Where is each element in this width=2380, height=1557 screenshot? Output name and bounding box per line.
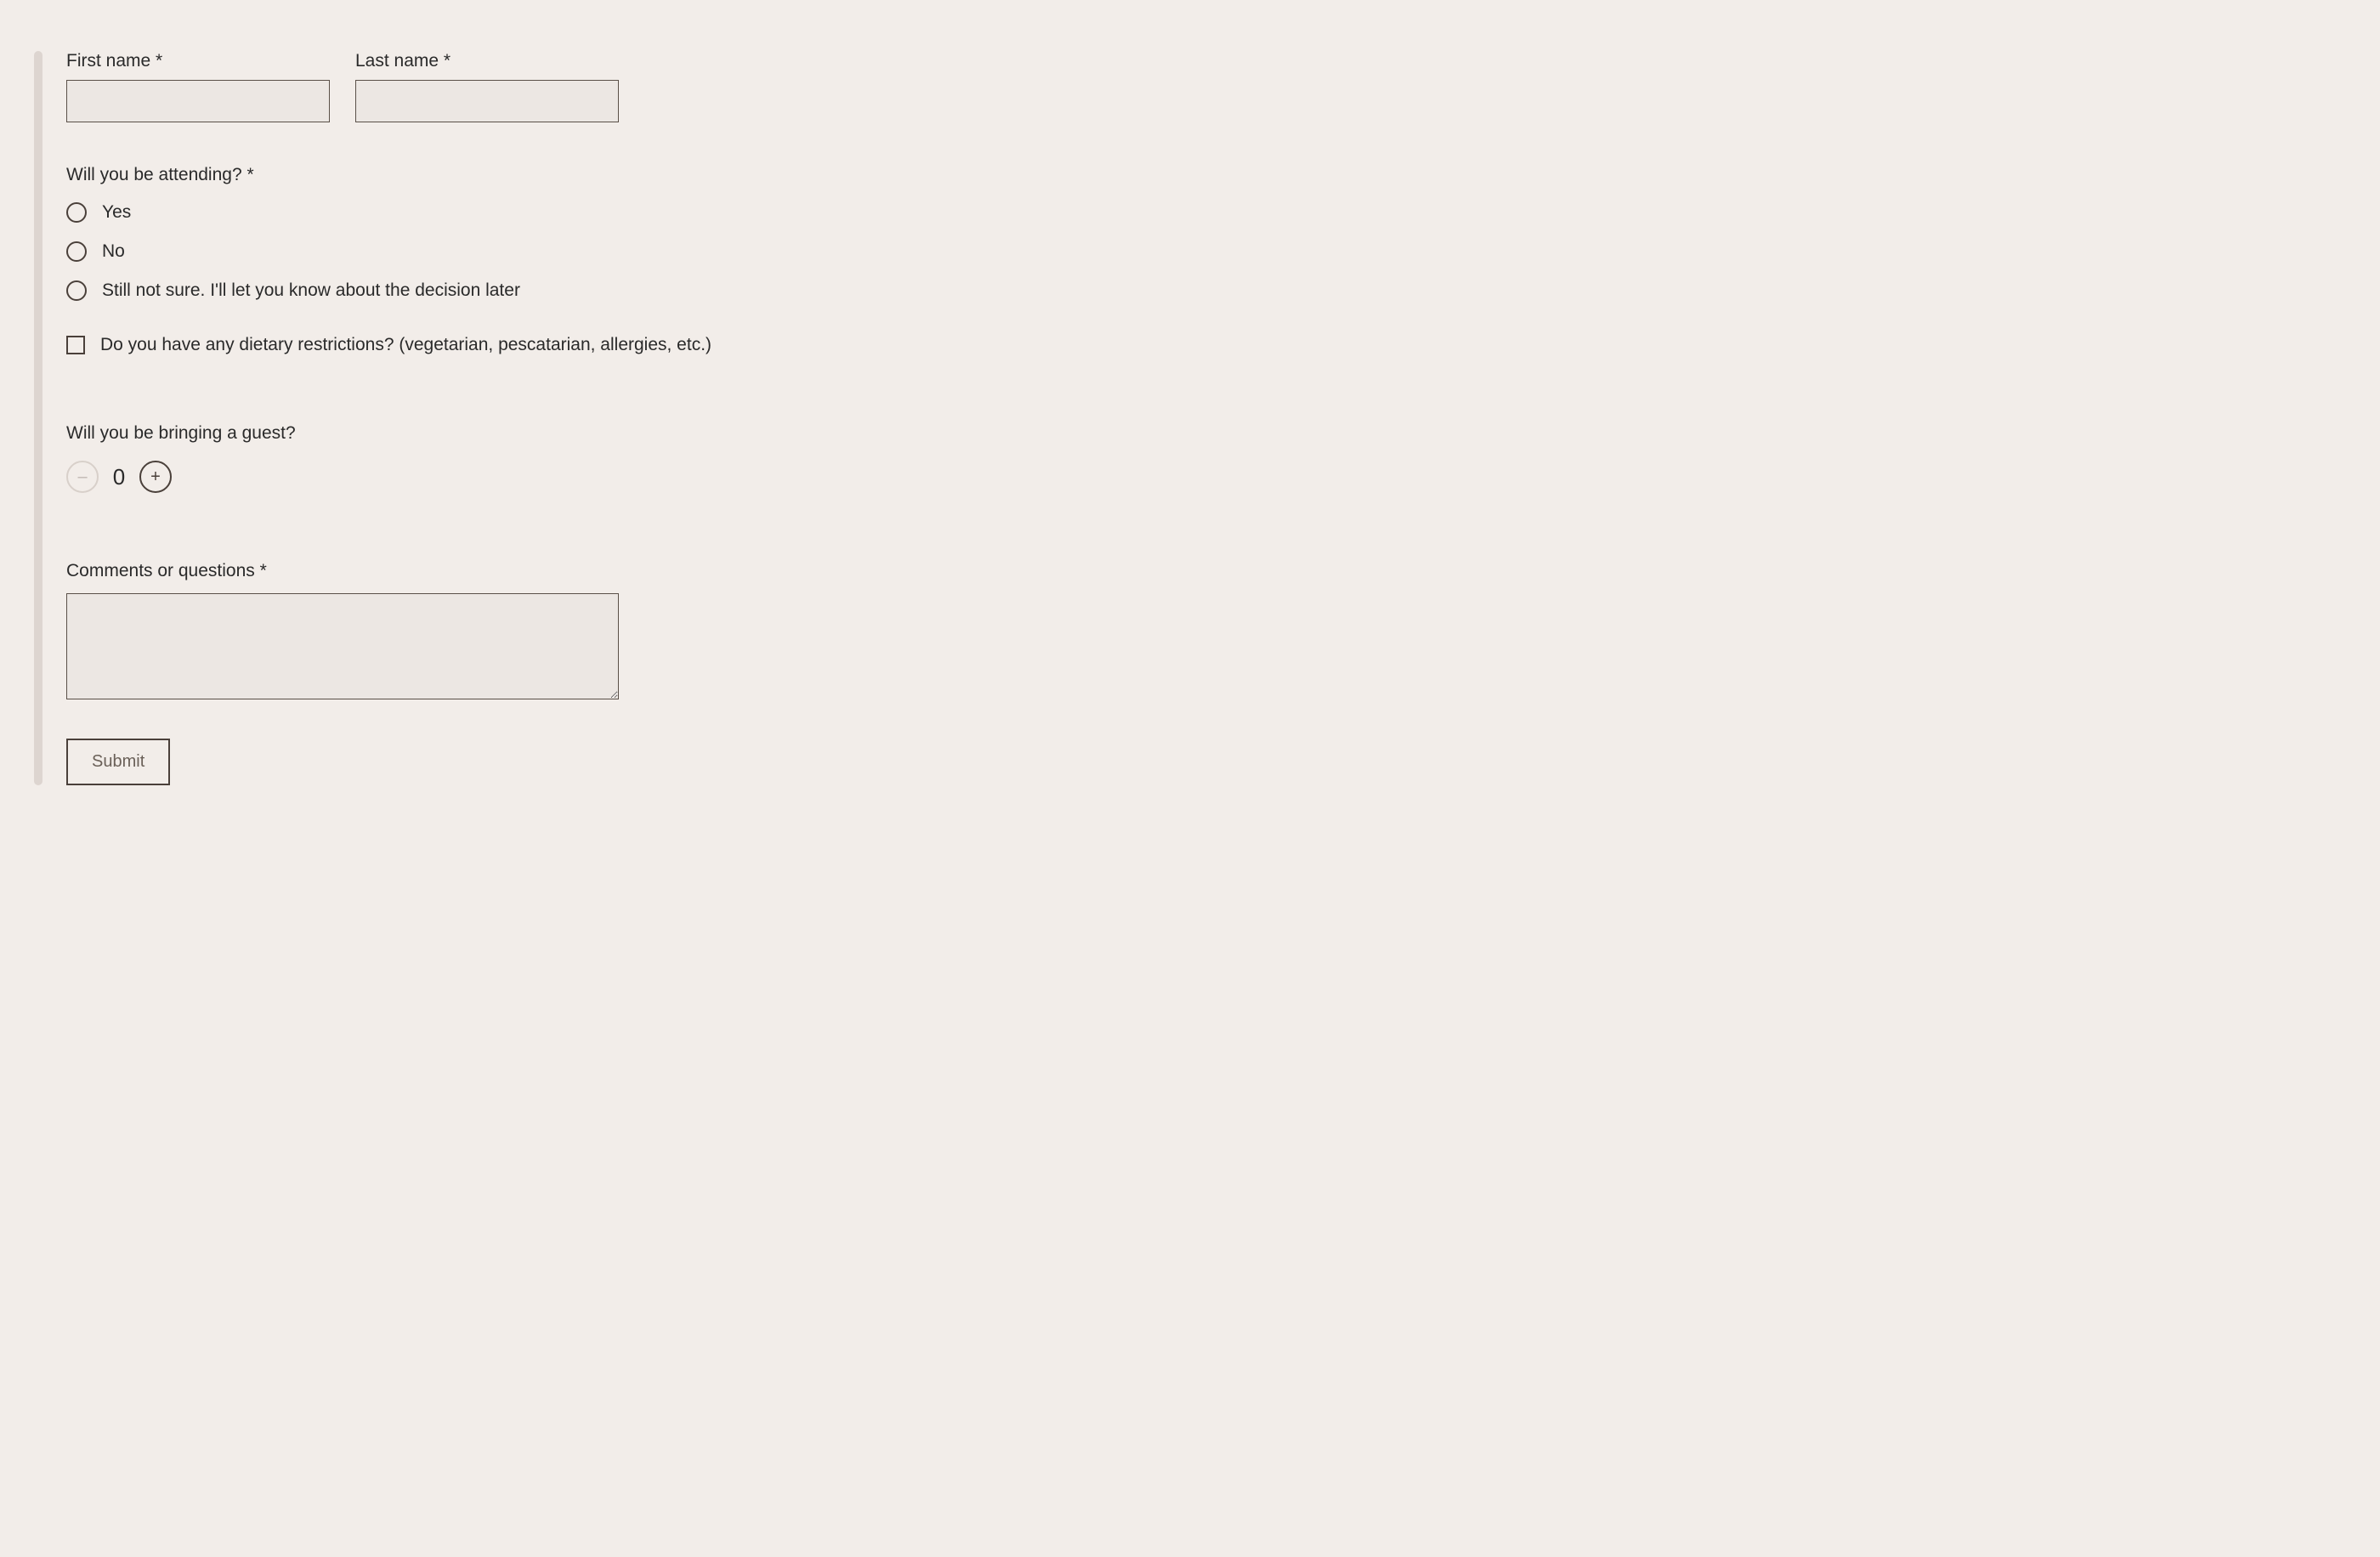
name-row: First name * Last name * — [66, 51, 1224, 122]
radio-option-label: Still not sure. I'll let you know about … — [102, 280, 520, 301]
left-accent-bar — [34, 51, 42, 785]
radio-icon — [66, 202, 87, 223]
radio-option-label: No — [102, 241, 125, 262]
guest-stepper: – 0 + — [66, 461, 1224, 493]
dietary-label: Do you have any dietary restrictions? (v… — [100, 335, 711, 355]
guest-increment-button[interactable]: + — [139, 461, 172, 493]
last-name-input[interactable] — [355, 80, 619, 122]
radio-icon — [66, 241, 87, 262]
last-name-label: Last name * — [355, 51, 619, 71]
guest-count: 0 — [110, 464, 128, 490]
first-name-input[interactable] — [66, 80, 330, 122]
last-name-group: Last name * — [355, 51, 619, 122]
comments-section: Comments or questions * — [66, 561, 1224, 705]
radio-icon — [66, 280, 87, 301]
submit-button[interactable]: Submit — [66, 739, 170, 785]
rsvp-form: First name * Last name * Will you be att… — [34, 51, 1224, 785]
attending-option-yes[interactable]: Yes — [66, 202, 1224, 223]
guest-decrement-button[interactable]: – — [66, 461, 99, 493]
first-name-group: First name * — [66, 51, 330, 122]
comments-textarea[interactable] — [66, 593, 619, 699]
form-content: First name * Last name * Will you be att… — [66, 51, 1224, 785]
radio-option-label: Yes — [102, 202, 131, 223]
guest-label: Will you be bringing a guest? — [66, 423, 1224, 444]
guest-section: Will you be bringing a guest? – 0 + — [66, 423, 1224, 493]
dietary-checkbox[interactable]: Do you have any dietary restrictions? (v… — [66, 335, 1224, 355]
attending-option-unsure[interactable]: Still not sure. I'll let you know about … — [66, 280, 1224, 301]
attending-group: Will you be attending? * Yes No Still no… — [66, 165, 1224, 301]
comments-label: Comments or questions * — [66, 561, 1224, 581]
attending-option-no[interactable]: No — [66, 241, 1224, 262]
checkbox-icon — [66, 336, 85, 354]
attending-label: Will you be attending? * — [66, 165, 1224, 185]
first-name-label: First name * — [66, 51, 330, 71]
